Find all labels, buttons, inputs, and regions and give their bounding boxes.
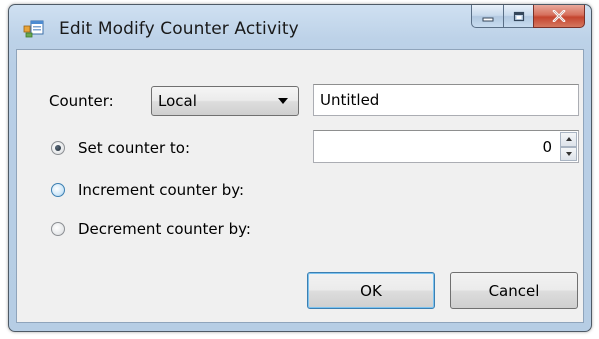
spin-buttons	[560, 132, 577, 161]
counter-scope-dropdown[interactable]: Local	[151, 86, 299, 116]
cancel-button[interactable]: Cancel	[450, 272, 578, 309]
app-icon	[23, 18, 45, 38]
counter-name-input[interactable]: Untitled	[313, 84, 579, 116]
option-increment-counter[interactable]: Increment counter by:	[51, 178, 244, 202]
dialog-content: Counter: Local Untitled Set counter to: …	[16, 49, 584, 323]
counter-value: 0	[542, 138, 552, 156]
spin-up-button[interactable]	[560, 132, 577, 147]
option-decrement-counter-label: Decrement counter by:	[78, 220, 251, 238]
close-icon	[552, 7, 566, 26]
spin-down-icon	[565, 151, 572, 156]
chevron-down-icon	[278, 98, 288, 104]
minimize-button[interactable]	[471, 5, 503, 28]
title-bar[interactable]: Edit Modify Counter Activity	[9, 5, 591, 49]
radio-increment-counter[interactable]	[51, 183, 65, 197]
minimize-icon	[482, 7, 494, 26]
close-button[interactable]	[533, 5, 585, 28]
counter-value-spinner[interactable]: 0	[313, 130, 579, 163]
ok-button[interactable]: OK	[307, 272, 435, 309]
option-increment-counter-label: Increment counter by:	[78, 181, 245, 199]
caption-buttons	[471, 5, 585, 29]
maximize-button[interactable]	[503, 5, 533, 28]
spin-down-button[interactable]	[560, 146, 577, 161]
counter-label: Counter:	[49, 92, 114, 110]
option-decrement-counter[interactable]: Decrement counter by:	[51, 217, 251, 241]
dialog-window: Edit Modify Counter Activity Counter: Lo…	[8, 4, 592, 332]
radio-decrement-counter[interactable]	[51, 222, 65, 236]
counter-scope-value: Local	[158, 92, 197, 110]
maximize-icon	[513, 7, 525, 26]
radio-set-counter[interactable]	[51, 141, 65, 155]
option-set-counter-label: Set counter to:	[78, 139, 190, 157]
window-title: Edit Modify Counter Activity	[59, 19, 299, 39]
option-set-counter[interactable]: Set counter to:	[51, 136, 190, 160]
spin-up-icon	[565, 137, 572, 142]
counter-name-value: Untitled	[320, 91, 380, 109]
